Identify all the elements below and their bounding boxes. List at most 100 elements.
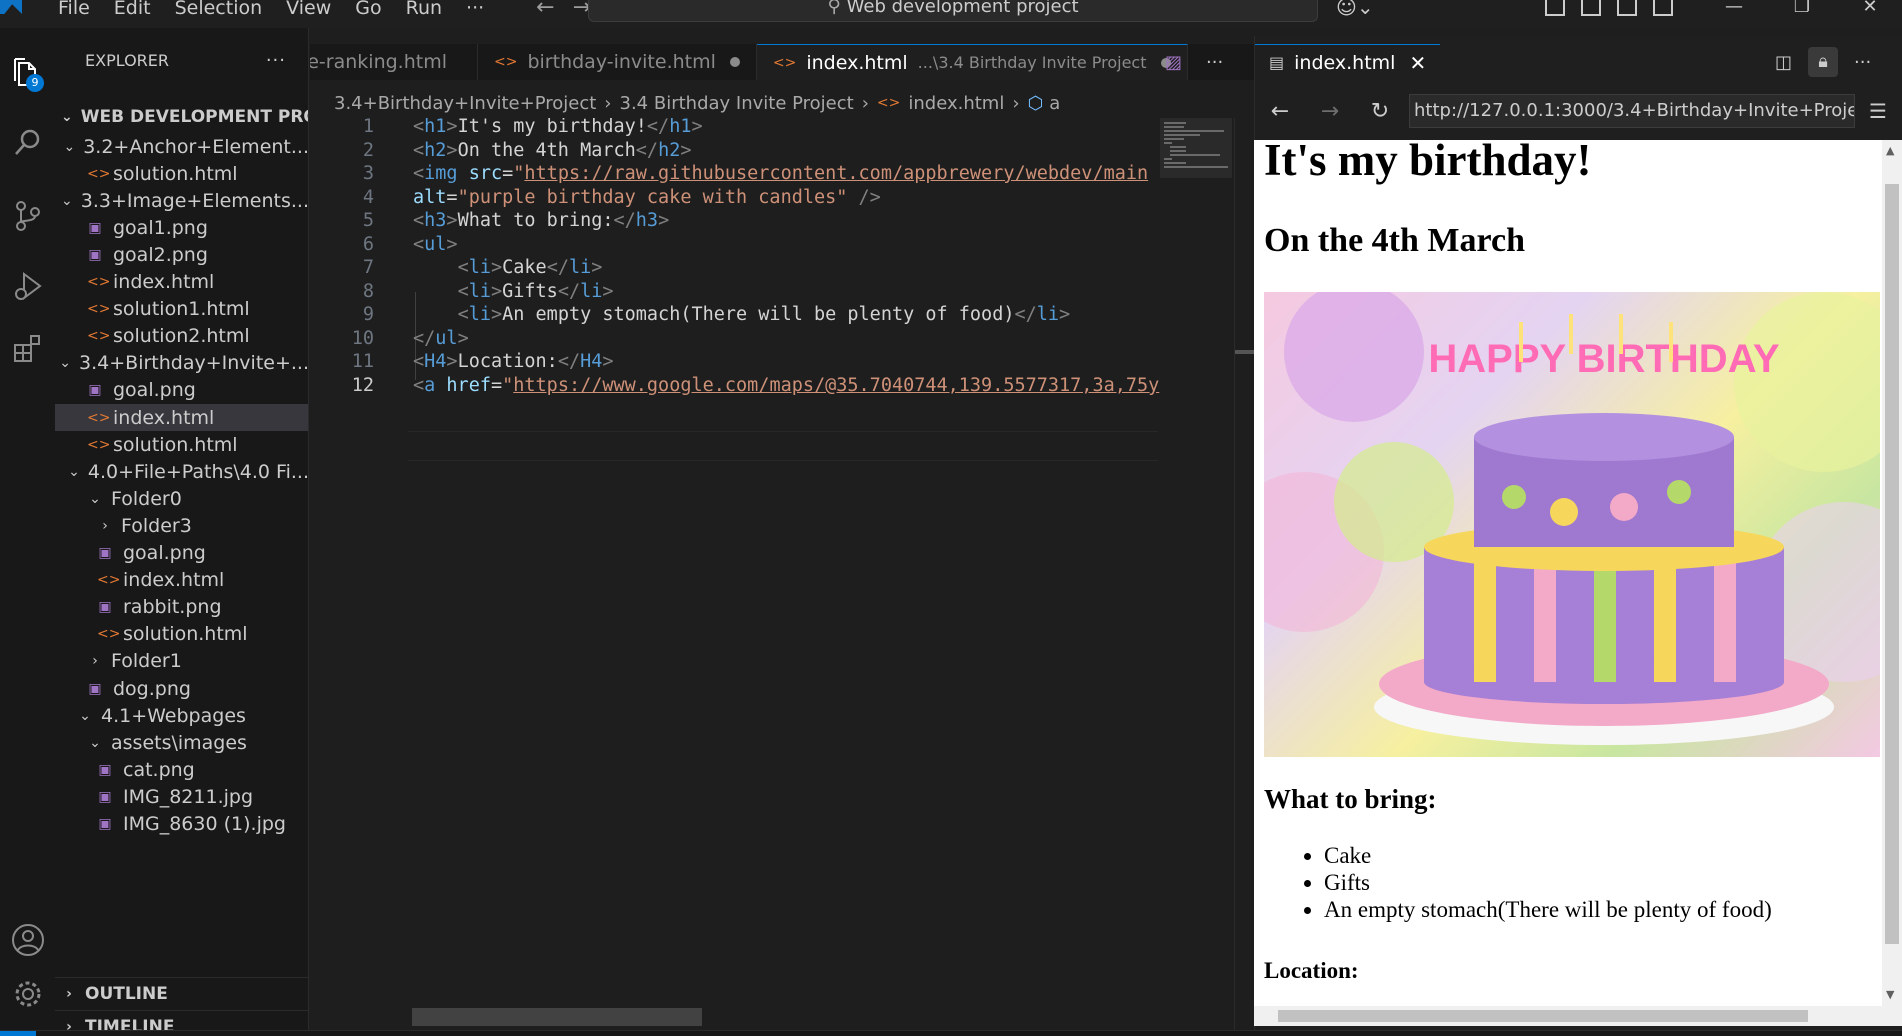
tree-file[interactable]: <> solution.html <box>55 431 308 458</box>
tree-folder[interactable]: ⌄ Folder0 <box>55 485 308 512</box>
toggle-panel-icon[interactable] <box>1617 0 1637 16</box>
code-token: alt <box>413 187 447 208</box>
browser-forward-icon[interactable]: → <box>1305 99 1355 124</box>
tab-ie-ranking[interactable]: ie-ranking.html <box>310 44 478 80</box>
tree-file[interactable]: ▣ cat.png <box>55 756 308 783</box>
url-input[interactable]: http://127.0.0.1:3000/3.4+Birthday+Invit… <box>1409 94 1855 128</box>
menu-file[interactable]: File <box>46 0 102 18</box>
browser-back-icon[interactable]: ← <box>1255 99 1305 124</box>
timeline-section-header[interactable]: › TIMELINE <box>55 1010 308 1030</box>
tree-item-label: goal.png <box>113 379 196 402</box>
preview-vertical-scrollbar[interactable]: ▲ ▼ <box>1882 140 1902 1006</box>
tree-file[interactable]: <> solution.html <box>55 160 308 187</box>
tree-file[interactable]: ▣ goal.png <box>55 377 308 404</box>
menu-selection[interactable]: Selection <box>163 0 275 18</box>
tree-file[interactable]: <> index.html <box>55 567 308 594</box>
menu-edit[interactable]: Edit <box>102 0 163 18</box>
minimap[interactable] <box>1160 118 1232 178</box>
editor-more-actions-icon[interactable]: ··· <box>1206 52 1223 73</box>
scrollbar-thumb[interactable] <box>1885 184 1899 944</box>
code-token: It's my birthday! <box>457 118 647 137</box>
explorer-icon[interactable]: 9 <box>0 50 55 94</box>
back-arrow-icon[interactable]: ← <box>536 0 554 19</box>
source-control-icon[interactable] <box>0 194 55 238</box>
chevron-down-icon: ⌄ <box>61 192 73 209</box>
unsaved-dot-icon[interactable] <box>729 57 740 67</box>
command-center-search[interactable]: ⚲ Web development project <box>588 0 1318 22</box>
scroll-up-icon[interactable]: ▲ <box>1886 144 1894 157</box>
code-token: > <box>490 281 503 302</box>
close-window-icon[interactable]: ✕ <box>1836 0 1902 16</box>
chevron-right-icon: › <box>92 653 98 670</box>
code-editor[interactable]: 1 <h1>It's my birthday!</h1> 2 <h2>On the 4… <box>310 118 1160 1008</box>
breadcrumb-subfolder[interactable]: 3.4 Birthday Invite Project <box>620 93 854 114</box>
tree-folder[interactable]: ⌄ 4.1+Webpages <box>55 702 308 729</box>
menu-view[interactable]: View <box>274 0 343 18</box>
tree-folder[interactable]: ⌄ 4.0+File+Paths\4.0 Fi... <box>55 458 308 485</box>
explorer-more-actions[interactable]: ··· <box>266 50 286 71</box>
restore-icon[interactable]: ❐ <box>1768 0 1836 16</box>
editor-horizontal-scrollbar[interactable] <box>412 1008 702 1026</box>
toggle-secondary-sidebar-icon[interactable] <box>1653 0 1673 16</box>
menu-more[interactable]: ··· <box>454 0 496 18</box>
reload-icon[interactable]: ↻ <box>1355 99 1405 124</box>
tree-folder[interactable]: ⌄ assets\images <box>55 729 308 756</box>
tree-file[interactable]: ▣ IMG_8211.jpg <box>55 783 308 810</box>
tree-file[interactable]: <> index.html <box>55 269 308 296</box>
split-editor-icon[interactable]: ◫ <box>1775 52 1792 73</box>
tree-folder[interactable]: ⌄ 3.2+Anchor+Element... <box>55 133 308 160</box>
tree-item-label: solution.html <box>113 162 238 185</box>
code-line[interactable]: 12 <a href="https://www.google.com/maps/@… <box>310 371 1160 400</box>
tree-folder[interactable]: › Folder3 <box>55 512 308 539</box>
html-file-icon: <> <box>772 54 797 71</box>
settings-gear-icon[interactable] <box>0 972 55 1016</box>
customize-layout-icon[interactable] <box>1545 0 1565 16</box>
toggle-primary-sidebar-icon[interactable] <box>1581 0 1601 16</box>
code-token: H4 <box>580 351 603 372</box>
tree-folder[interactable]: › Folder1 <box>55 648 308 675</box>
tab-birthday-invite[interactable]: <> birthday-invite.html <box>478 44 757 80</box>
extensions-icon[interactable] <box>0 326 55 370</box>
close-icon[interactable]: ✕ <box>1409 51 1426 75</box>
search-view-icon[interactable] <box>0 120 55 164</box>
editor-vertical-scrollbar[interactable] <box>1234 118 1255 1030</box>
open-preview-icon[interactable]: ▨ <box>1165 52 1182 73</box>
browser-menu-icon[interactable]: ☰ <box>1869 99 1887 123</box>
account-icon[interactable] <box>0 918 55 962</box>
remote-indicator[interactable] <box>0 1031 36 1036</box>
tree-folder[interactable]: ⌄ 3.3+Image+Elements... <box>55 187 308 214</box>
tab-preview-index-html[interactable]: ▤ index.html ✕ <box>1255 44 1441 80</box>
history-navigation: ← → <box>536 0 591 19</box>
menu-run[interactable]: Run <box>394 0 454 18</box>
tree-folder[interactable]: ⌄ 3.4+Birthday+Invite+... <box>55 350 308 377</box>
breadcrumb-folder[interactable]: 3.4+Birthday+Invite+Project <box>334 93 596 114</box>
tree-file[interactable]: ▣ goal2.png <box>55 241 308 268</box>
tree-file[interactable]: ▣ goal1.png <box>55 214 308 241</box>
breadcrumb-symbol[interactable]: a <box>1049 93 1060 114</box>
tree-file[interactable]: ▣ dog.png <box>55 675 308 702</box>
tree-item-label: dog.png <box>113 677 191 700</box>
breadcrumb-file[interactable]: index.html <box>908 93 1004 114</box>
tree-file[interactable]: <> solution.html <box>55 621 308 648</box>
workspace-folder-header[interactable]: ⌄ WEB DEVELOPMENT PROJ... <box>55 100 308 133</box>
tree-file[interactable]: <> index.html <box>55 404 308 432</box>
run-debug-icon[interactable] <box>0 264 55 308</box>
pane-more-actions-icon[interactable]: ··· <box>1854 52 1871 73</box>
tree-file[interactable]: <> solution2.html <box>55 323 308 350</box>
scrollbar-thumb[interactable] <box>1278 1010 1808 1022</box>
scroll-down-icon[interactable]: ▼ <box>1886 988 1894 1001</box>
tree-file[interactable]: ▣ IMG_8630 (1).jpg <box>55 811 308 838</box>
tree-file[interactable]: <> solution1.html <box>55 296 308 323</box>
scrollbar-cursor-marker <box>1235 350 1255 354</box>
preview-horizontal-scrollbar[interactable] <box>1254 1006 1902 1026</box>
copilot-icon[interactable]: ☺⌄ <box>1336 0 1374 17</box>
menu-go[interactable]: Go <box>343 0 393 18</box>
tab-index-html[interactable]: <> index.html ...\3.4 Birthday Invite Pr… <box>756 44 1188 80</box>
minimize-icon[interactable]: — <box>1700 0 1768 16</box>
tree-file[interactable]: ▣ rabbit.png <box>55 594 308 621</box>
outline-section-header[interactable]: › OUTLINE <box>55 977 308 1010</box>
list-item: Cake <box>1324 842 1772 869</box>
tree-file[interactable]: ▣ goal.png <box>55 540 308 567</box>
code-token: > <box>446 140 458 161</box>
lock-group-icon[interactable]: 🔒︎ <box>1808 47 1839 77</box>
